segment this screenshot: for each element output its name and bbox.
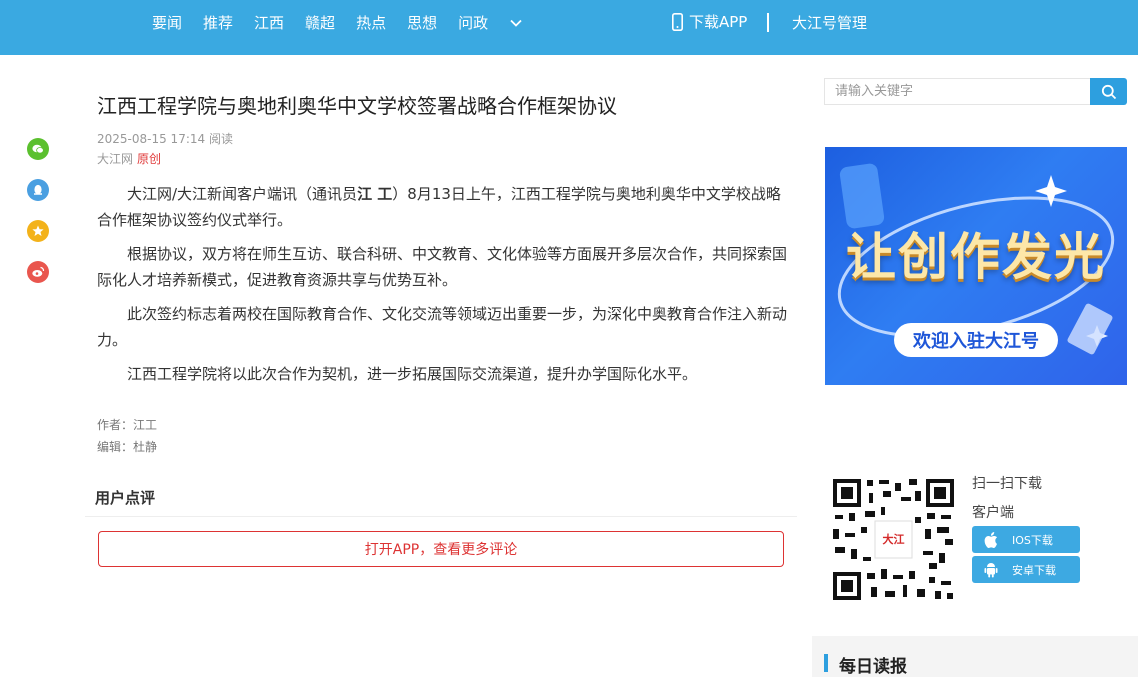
client-label: 客户端: [972, 505, 1014, 521]
paragraph-3: 此次签约标志着两校在国际教育合作、文化交流等领域迈出重要一步，为深化中奥教育合作…: [97, 305, 788, 349]
nav-item-ganchao[interactable]: 赣超: [305, 12, 335, 33]
wechat-icon[interactable]: [27, 138, 49, 160]
download-app-label: 下载APP: [689, 13, 748, 31]
search-icon: [1101, 84, 1116, 99]
daily-newspaper-title: 每日读报: [839, 657, 907, 677]
android-download-label: 安卓下载: [1012, 563, 1056, 577]
dajianghao-manage-link[interactable]: 大江号管理: [792, 12, 867, 33]
article-title: 江西工程学院与奥地利奥华中文学校签署战略合作框架协议: [97, 94, 617, 118]
read-count-label: 阅读: [208, 132, 233, 146]
top-nav-bar: 要闻 推荐 江西 赣超 热点 思想 问政 下载APP 大江号管理: [0, 0, 1138, 55]
android-download-button[interactable]: 安卓下载: [972, 556, 1080, 583]
comments-title: 用户点评: [95, 489, 156, 507]
section-accent-bar: [824, 654, 828, 672]
comments-divider: [85, 516, 797, 517]
banner-headline: 让创作发光: [846, 228, 1106, 286]
nav-divider: [767, 13, 769, 32]
nav-item-redian[interactable]: 热点: [356, 12, 386, 33]
nav-item-wenzheng[interactable]: 问政: [458, 12, 488, 33]
article-source: 大江网 原创: [97, 150, 161, 167]
paragraph-4: 江西工程学院将以此次合作为契机，进一步拓展国际交流渠道，提升办学国际化水平。: [127, 365, 698, 383]
nav-item-tuijian[interactable]: 推荐: [203, 12, 233, 33]
chevron-down-icon[interactable]: [509, 15, 523, 29]
android-icon: [984, 562, 998, 577]
qzone-icon[interactable]: [27, 220, 49, 242]
channel-nav: 要闻 推荐 江西 赣超 热点 思想 问政: [152, 0, 523, 44]
paragraph-1-pre: 大江网/大江新闻客户端讯（通讯员: [127, 185, 358, 203]
ios-download-button[interactable]: IOS下载: [972, 526, 1080, 553]
reporter-name: 江 工: [357, 185, 393, 203]
phone-icon: [672, 12, 683, 31]
author-line: 作者：江工: [97, 418, 158, 432]
ios-download-label: IOS下载: [1012, 533, 1053, 547]
download-app-link[interactable]: 下载APP: [672, 11, 747, 32]
paragraph-2: 根据协议，双方将在师生互访、联合科研、中文教育、文化体验等方面展开多层次合作，共…: [97, 245, 788, 289]
article-meta: 2025-08-15 17:14 阅读: [97, 130, 233, 147]
paragraph-1: 大江网/大江新闻客户端讯（通讯员江 工）8月13日上午，江西工程学院与奥地利奥华…: [97, 181, 787, 233]
qq-icon[interactable]: [27, 179, 49, 201]
download-qr-code: 大江: [831, 477, 956, 602]
nav-item-jiangxi[interactable]: 江西: [254, 12, 284, 33]
source-name[interactable]: 大江网: [97, 152, 133, 166]
search-input[interactable]: [824, 78, 1092, 105]
publish-date: 2025-08-15 17:14: [97, 132, 206, 146]
open-app-comments-button[interactable]: 打开APP，查看更多评论: [98, 531, 784, 567]
banner-subtitle: 欢迎入驻大江号: [894, 323, 1058, 357]
promo-banner[interactable]: 让创作发光 欢迎入驻大江号: [825, 147, 1127, 385]
original-badge: 原创: [137, 152, 162, 166]
weibo-icon[interactable]: [27, 261, 49, 283]
nav-item-yaowen[interactable]: 要闻: [152, 12, 182, 33]
article-body: 大江网/大江新闻客户端讯（通讯员江 工）8月13日上午，江西工程学院与奥地利奥华…: [97, 181, 787, 395]
editor-line: 编辑：杜静: [97, 440, 158, 454]
scan-to-download-label: 扫一扫下载: [972, 476, 1042, 492]
apple-icon: [984, 531, 997, 548]
qr-center-logo: 大江: [882, 533, 905, 546]
search-button[interactable]: [1090, 78, 1127, 105]
nav-item-sixiang[interactable]: 思想: [407, 12, 437, 33]
